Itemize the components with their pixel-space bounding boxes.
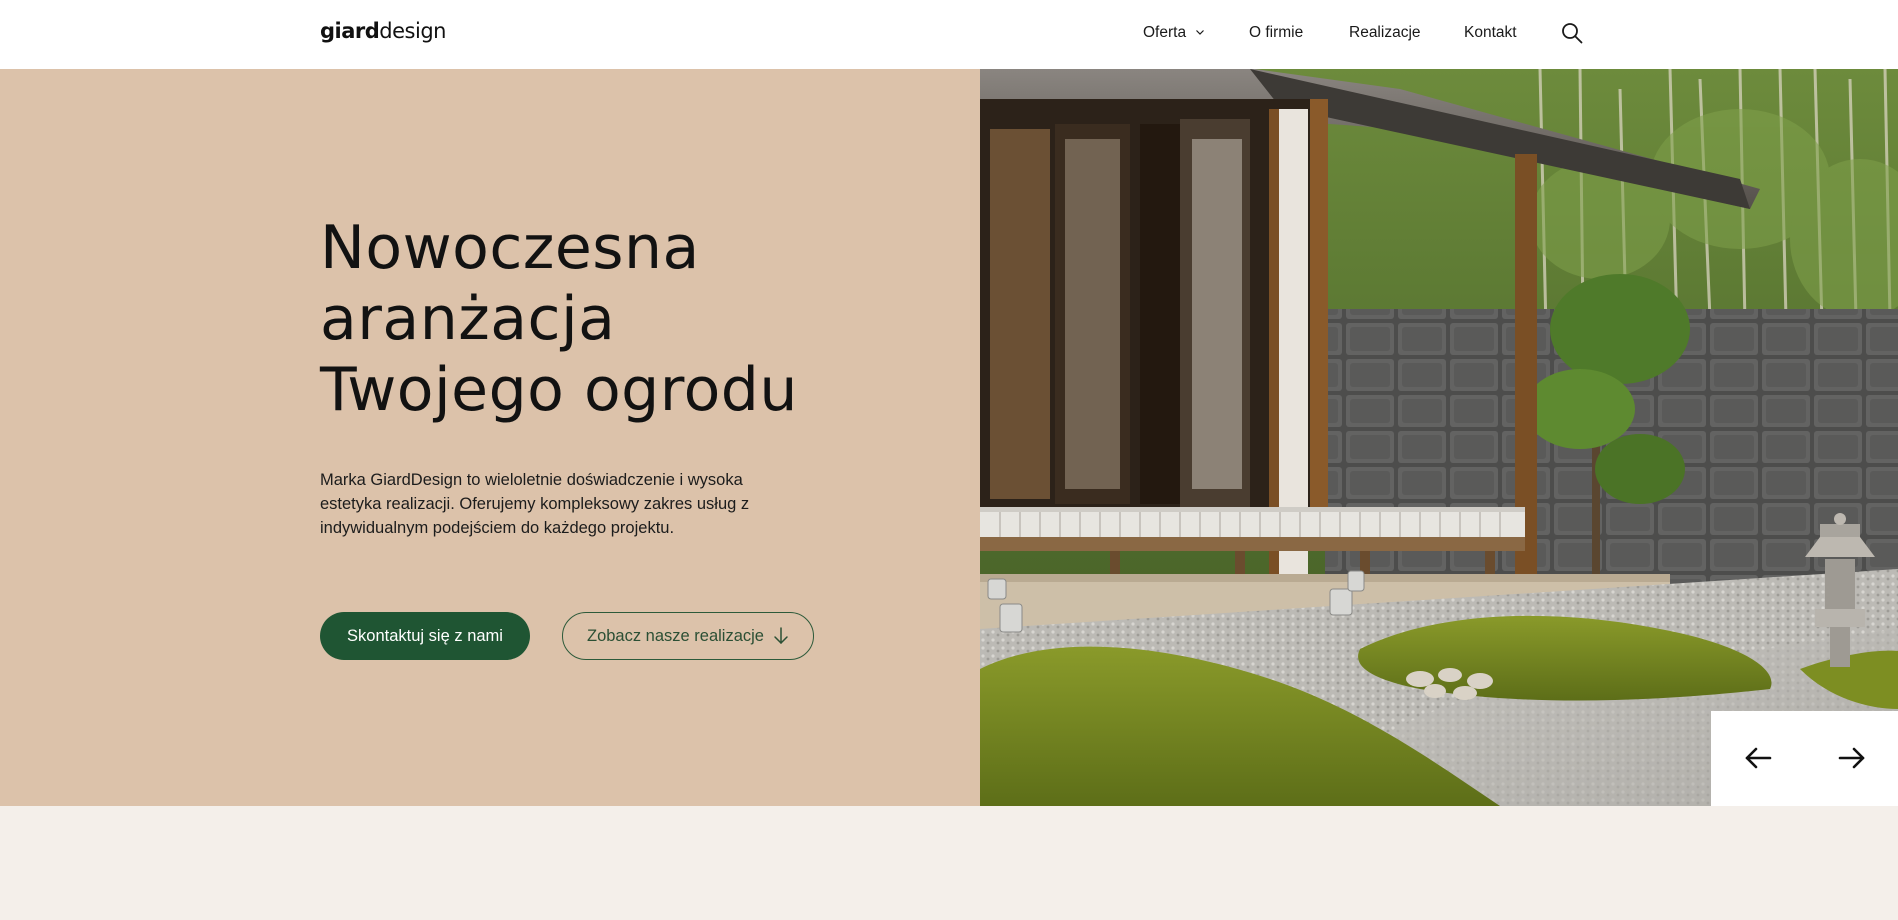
logo-light: design — [379, 19, 446, 43]
site-header: giarddesign Oferta O firmie Realizacje K… — [0, 0, 1898, 69]
chevron-down-icon — [1196, 30, 1205, 35]
slider-controls — [1711, 711, 1898, 806]
nav-item-offer[interactable]: Oferta — [1143, 24, 1206, 42]
see-projects-button-label: Zobacz nasze realizacje — [586, 626, 764, 645]
see-projects-button[interactable]: Zobacz nasze realizacje — [562, 612, 814, 660]
slider-prev-button[interactable] — [1743, 743, 1773, 773]
search-button[interactable] — [1561, 22, 1583, 44]
arrow-right-icon — [1838, 747, 1865, 769]
logo-strong: giard — [320, 19, 380, 43]
japanese-garden-photo — [980, 69, 1898, 806]
hero-title: Nowoczesna aranżacja Twojego ogrodu — [320, 213, 798, 426]
nav-item-contact[interactable]: Kontakt — [1464, 24, 1517, 42]
slider-next-button[interactable] — [1837, 743, 1867, 773]
hero-title-line-1: Nowoczesna — [320, 213, 700, 283]
arrow-down-icon — [774, 627, 788, 644]
nav-item-offer-label: Oferta — [1143, 24, 1187, 41]
hero-title-line-2: aranżacja — [320, 284, 616, 354]
contact-button-label: Skontaktuj się z nami — [347, 626, 503, 645]
logo[interactable]: giarddesign — [320, 19, 446, 43]
contact-button[interactable]: Skontaktuj się z nami — [320, 612, 530, 660]
nav-item-projects[interactable]: Realizacje — [1349, 24, 1421, 42]
hero-image — [980, 69, 1898, 806]
hero-title-line-3: Twojego ogrodu — [320, 355, 798, 425]
hero-description: Marka GiardDesign to wieloletnie doświad… — [320, 471, 750, 537]
next-section — [0, 806, 1898, 920]
search-icon — [1562, 23, 1583, 44]
nav-item-about[interactable]: O firmie — [1249, 24, 1303, 42]
arrow-left-icon — [1745, 747, 1772, 769]
hero-section: Nowoczesna aranżacja Twojego ogrodu Mark… — [0, 69, 980, 806]
